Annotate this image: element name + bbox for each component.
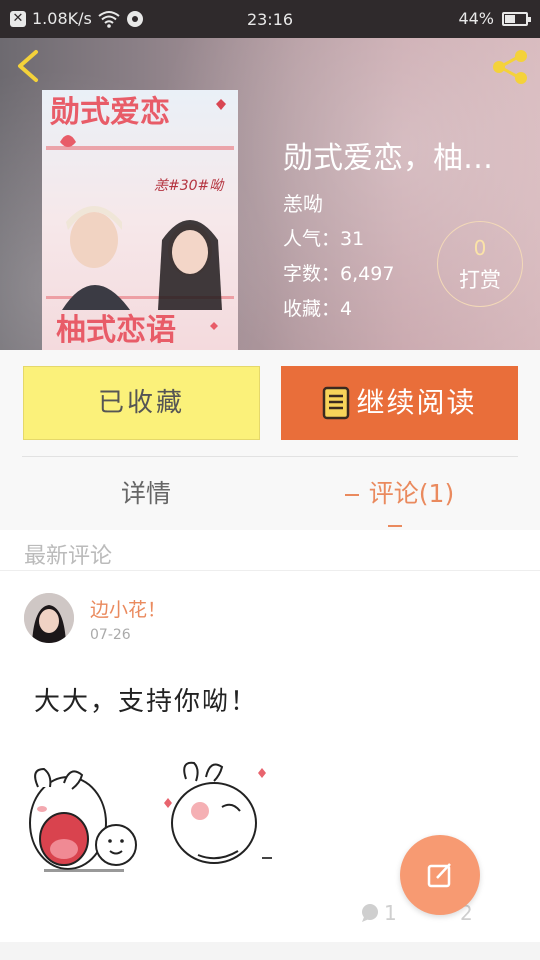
tab-divider xyxy=(22,456,518,457)
write-comment-button[interactable] xyxy=(400,835,480,915)
status-bar: ✕ 1.08K/s 23:16 44% xyxy=(0,0,540,38)
tab-active-dash-left xyxy=(344,494,359,496)
popularity-label: 人气： xyxy=(283,228,341,250)
avatar[interactable] xyxy=(24,593,74,643)
tab-details[interactable]: 详情 xyxy=(0,474,292,510)
popularity-value: 31 xyxy=(340,228,365,250)
battery-icon xyxy=(502,11,531,26)
share-icon[interactable] xyxy=(490,48,530,86)
book-cover[interactable]: 勋式爱恋 柚式恋语 恙#30#呦 xyxy=(42,90,238,350)
word-count-stat: 字数：6,497 xyxy=(283,259,394,286)
cover-badge: 恙#30#呦 xyxy=(154,178,225,194)
battery-level xyxy=(505,14,515,23)
book-icon xyxy=(323,386,350,420)
continue-reading-label: 继续阅读 xyxy=(356,386,477,419)
book-author[interactable]: 恙呦 xyxy=(283,188,323,217)
tab-comments-label: 评论(1) xyxy=(368,479,455,508)
word-count-label: 字数： xyxy=(283,263,341,285)
latest-comments-label: 最新评论 xyxy=(24,544,113,569)
reward-label: 打赏 xyxy=(459,268,501,292)
bottom-strip xyxy=(0,942,540,960)
cover-title-top: 勋式爱恋 xyxy=(49,95,170,130)
edit-icon xyxy=(427,863,451,888)
reply-count-value: 1 xyxy=(384,901,397,925)
continue-reading-button[interactable]: 继续阅读 xyxy=(281,366,518,440)
status-bar-right: 44% xyxy=(458,9,531,28)
popularity-stat: 人气：31 xyxy=(283,224,364,251)
latest-comments-header: 最新评论 xyxy=(0,530,540,571)
reward-button[interactable]: 0 打赏 xyxy=(437,221,523,307)
tab-active-dash-right xyxy=(387,525,402,527)
comment-text: 大大，支持你呦！ xyxy=(34,687,259,717)
reply-count[interactable]: 1 xyxy=(360,901,397,925)
favorites-label: 收藏： xyxy=(283,298,341,320)
favorites-value: 4 xyxy=(340,298,353,320)
sticker-image[interactable] xyxy=(158,759,276,879)
battery-percent: 44% xyxy=(458,9,494,28)
comment-date: 07-26 xyxy=(90,627,131,643)
cover-title-bottom: 柚式恋语 xyxy=(56,313,176,348)
tab-bar: 详情 评论(1) xyxy=(0,456,540,530)
favorites-stat: 收藏：4 xyxy=(283,294,352,321)
chat-bubble-icon xyxy=(362,904,378,922)
word-count-value: 6,497 xyxy=(340,263,395,285)
comment-username[interactable]: 边小花！ xyxy=(90,595,166,622)
book-header: 勋式爱恋 柚式恋语 恙#30#呦 勋式爱恋，柚… 恙呦 人气：31 字数：6,4… xyxy=(0,38,540,350)
reward-count: 0 xyxy=(473,236,487,260)
sticker-image[interactable] xyxy=(24,759,142,879)
collected-button[interactable]: 已收藏 xyxy=(23,366,260,440)
action-bar: 已收藏 继续阅读 xyxy=(0,350,540,456)
book-title: 勋式爱恋，柚… xyxy=(283,141,493,176)
chevron-left-icon[interactable] xyxy=(12,48,48,84)
